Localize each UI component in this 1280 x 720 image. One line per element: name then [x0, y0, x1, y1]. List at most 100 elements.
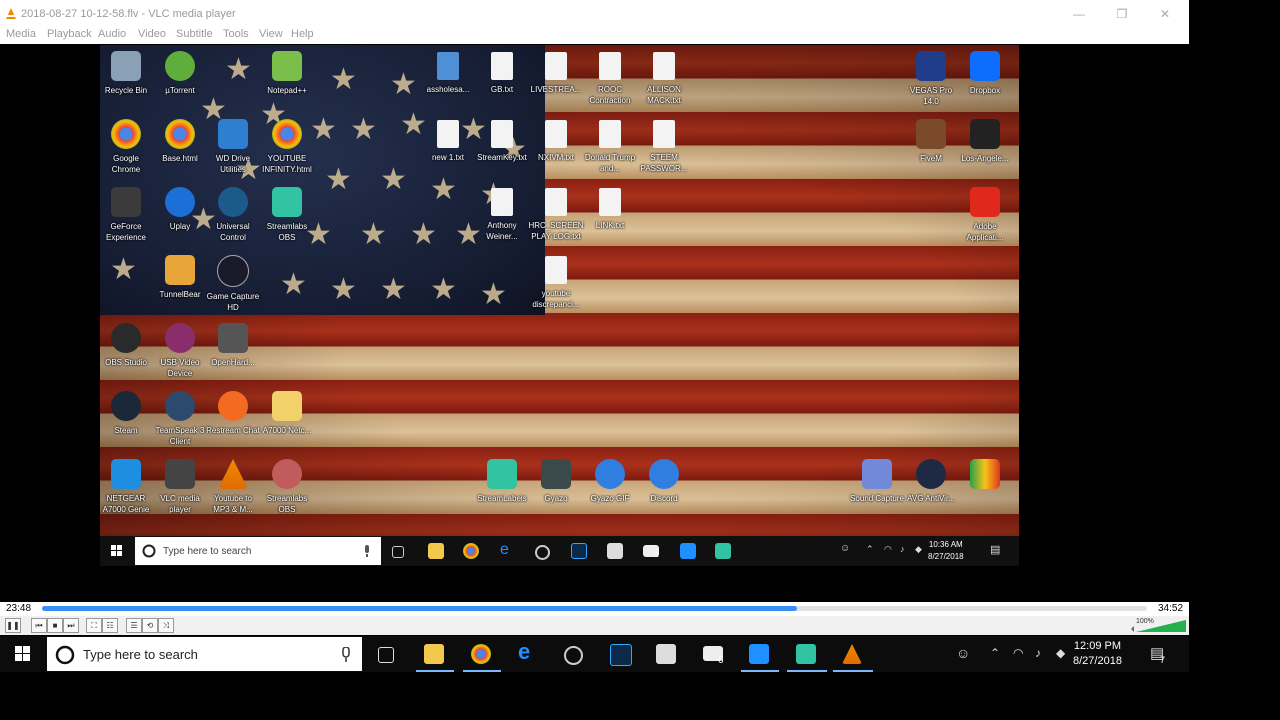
- seek-progress: [42, 606, 797, 611]
- menu-video[interactable]: Video: [138, 28, 166, 40]
- desktop-icon-livestrea[interactable]: LIVESTREA...: [528, 51, 584, 95]
- desktop-icon-wd-utilities[interactable]: WD Drive Utilities: [205, 119, 261, 175]
- desktop-icon-nxivm[interactable]: NXIVM.txt: [528, 119, 584, 163]
- desktop-icon-rooc[interactable]: ROOC Contraction: [582, 51, 638, 106]
- vlc-cone-icon[interactable]: [842, 644, 862, 664]
- desktop-icon-streamlabs-obs-2[interactable]: StreamLabels: [474, 459, 530, 504]
- menu-help[interactable]: Help: [291, 28, 314, 40]
- stop-button[interactable]: ■: [47, 618, 63, 633]
- close-button[interactable]: ✕: [1144, 3, 1186, 25]
- desktop-icon-universal-control[interactable]: Universal Control: [205, 187, 261, 243]
- desktop-icon-base-html[interactable]: Base.html: [152, 119, 208, 164]
- desktop-icon-dropbox[interactable]: Dropbox: [957, 51, 1013, 96]
- next-button[interactable]: ⏭: [63, 618, 79, 633]
- desktop-icon-usb-video[interactable]: USB Video Device: [152, 323, 208, 379]
- desktop-icon-youtube-infinity[interactable]: YOUTUBE INFINITY.html: [259, 119, 315, 175]
- desktop-icon-youtube-discrepanci[interactable]: youtube discrepanci...: [528, 255, 584, 310]
- chrome-icon[interactable]: [471, 644, 491, 664]
- shuffle-button[interactable]: ⤨: [158, 618, 174, 633]
- desktop-icon-realplayer[interactable]: NETGEAR A7000 Genie: [100, 459, 154, 515]
- openhardware-icon: [218, 323, 248, 353]
- steam-icon[interactable]: [564, 646, 583, 665]
- video-frame[interactable]: ★ ★ ★ ★ ★ ★ ★ ★ ★ ★ ★ ★ ★ ★ ★ ★ ★ ★ ★ ★ …: [100, 45, 1019, 566]
- desktop-icon-game-capture[interactable]: Game Capture HD: [205, 255, 261, 313]
- desktop-icon-new1[interactable]: new 1.txt: [420, 119, 476, 163]
- dropbox-icon: [970, 51, 1000, 81]
- desktop-icon-streamkey[interactable]: StreamKey.txt: [474, 119, 530, 163]
- extended-settings-button[interactable]: ☷: [102, 618, 118, 633]
- desktop-icon-uplay[interactable]: Uplay: [152, 187, 208, 232]
- playlist-button[interactable]: ☰: [126, 618, 142, 633]
- desktop-icon-vegas-pro[interactable]: VEGAS Pro 14.0: [903, 51, 959, 107]
- flag-star: ★: [390, 68, 417, 101]
- desktop-icon-los-angeles[interactable]: Los-Angele...: [957, 119, 1013, 164]
- wifi-icon[interactable]: ◠: [1013, 646, 1023, 660]
- desktop-icon-streamlabels[interactable]: Gyazo: [528, 459, 584, 504]
- store-icon[interactable]: [656, 644, 676, 664]
- desktop-icon-avg[interactable]: [957, 459, 1013, 493]
- notepadpp-icon: [272, 51, 302, 81]
- windows-start-icon[interactable]: [15, 646, 31, 662]
- desktop-icon-geforce[interactable]: GeForce Experience: [100, 187, 154, 243]
- desktop-icon-tunnelbear[interactable]: TunnelBear: [152, 255, 208, 300]
- desktop-icon-youtube-mp3[interactable]: Streamlabs OBS: [259, 459, 315, 515]
- desktop-icon-obs-studio[interactable]: OBS Studio: [100, 323, 154, 368]
- desktop-icon-vlc[interactable]: Youtube to MP3 & M...: [205, 459, 261, 515]
- desktop-icon-fivem[interactable]: FiveM: [903, 119, 959, 164]
- desktop-icon-assholesa[interactable]: assholesa...: [420, 51, 476, 95]
- desktop-icon-gb-txt[interactable]: GB.txt: [474, 51, 530, 95]
- desktop-icon-gyazo-gif[interactable]: Discord: [636, 459, 692, 504]
- desktop-icon-netgear[interactable]: VLC media player: [152, 459, 208, 515]
- desktop-icon-a7000[interactable]: A7000 Netc...: [259, 391, 315, 436]
- streamlabs-icon[interactable]: [796, 644, 816, 664]
- menu-playback[interactable]: Playback: [47, 28, 92, 40]
- taskbar-clock[interactable]: 12:09 PM 8/27/2018: [1073, 639, 1122, 669]
- desktop-icon-allison[interactable]: ALLISON MACK.txt: [636, 51, 692, 106]
- chevron-up-icon[interactable]: ⌃: [990, 646, 1000, 660]
- desktop-icon-steem[interactable]: STEEM PASSWOR...: [636, 119, 692, 174]
- task-view-icon[interactable]: [378, 647, 394, 663]
- file-explorer-icon[interactable]: [424, 644, 444, 664]
- desktop-icon-sound-capture[interactable]: AVG AntiVir...: [903, 459, 959, 504]
- flag-star: ★: [110, 253, 137, 286]
- taskbar-time: 12:09 PM: [1073, 640, 1122, 652]
- taskbar-search-box[interactable]: Type here to search: [47, 637, 362, 671]
- menu-view[interactable]: View: [259, 28, 283, 40]
- loop-button[interactable]: ⟲: [142, 618, 158, 633]
- desktop-icon-restream-chat[interactable]: Restream Chat: [205, 391, 261, 436]
- menu-audio[interactable]: Audio: [98, 28, 126, 40]
- desktop-icon-hrc-screen[interactable]: HRC_SCREEN PLAY LOG.txt: [528, 187, 584, 242]
- desktop-icon-anthony-weiner[interactable]: Anthony Weiner...: [474, 187, 530, 242]
- dropbox-tray-icon[interactable]: ◆: [1056, 646, 1065, 660]
- desktop-icon-link[interactable]: LINK.txt: [582, 187, 638, 231]
- seek-slider[interactable]: [42, 606, 1147, 611]
- menu-tools[interactable]: Tools: [223, 28, 249, 40]
- desktop-icon-teamspeak[interactable]: TeamSpeak 3 Client: [152, 391, 208, 447]
- restore-button[interactable]: ❐: [1101, 3, 1143, 25]
- desktop-icon-chrome[interactable]: Google Chrome: [100, 119, 154, 175]
- desktop-icon-donald-trump[interactable]: Donald Trump and...: [582, 119, 638, 174]
- minimize-button[interactable]: —: [1058, 3, 1100, 25]
- desktop-icon-openhardware[interactable]: OpenHard...: [205, 323, 261, 368]
- desktop-icon-steam[interactable]: Steam: [100, 391, 154, 436]
- desktop-icon-discord[interactable]: Sound Capture: [849, 459, 905, 504]
- desktop-icon-recycle-bin[interactable]: Recycle Bin: [100, 51, 154, 96]
- previous-button[interactable]: ⏮: [31, 618, 47, 633]
- download-icon: [680, 543, 696, 559]
- desktop-icon-gyazo[interactable]: Gyazo GIF: [582, 459, 638, 504]
- restream-icon: [218, 391, 248, 421]
- menu-media[interactable]: Media: [6, 28, 36, 40]
- photoshop-icon[interactable]: [610, 644, 632, 666]
- download-icon[interactable]: [749, 644, 769, 664]
- microphone-icon[interactable]: [341, 647, 351, 663]
- fullscreen-button[interactable]: ⛶: [86, 618, 102, 633]
- desktop-icon-adobe[interactable]: Adobe Applicati...: [957, 187, 1013, 243]
- people-icon[interactable]: ☺: [956, 645, 970, 661]
- speaker-icon[interactable]: ♪: [1035, 646, 1041, 660]
- menu-subtitle[interactable]: Subtitle: [176, 28, 213, 40]
- desktop-icon-notepadpp[interactable]: Notepad++: [259, 51, 315, 96]
- desktop-icon-utorrent[interactable]: µTorrent: [152, 51, 208, 96]
- edge-icon[interactable]: e: [518, 641, 538, 663]
- pause-button[interactable]: ❚❚: [5, 618, 21, 633]
- desktop-icon-streamlabs-obs[interactable]: Streamlabs OBS: [259, 187, 315, 243]
